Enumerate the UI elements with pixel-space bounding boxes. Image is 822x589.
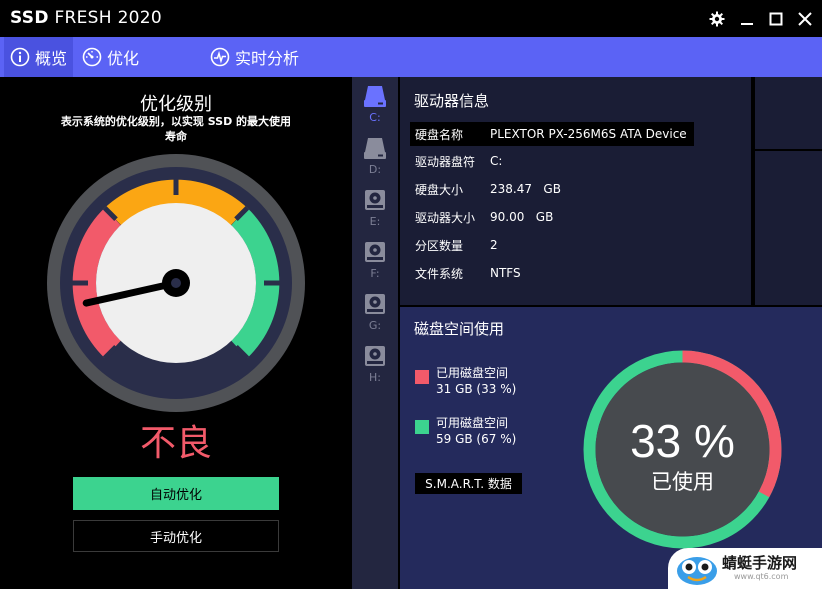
tab-optimize-label: 优化 — [107, 49, 140, 68]
drive-info-title: 驱动器信息 — [414, 92, 490, 110]
drive-letter: G: — [368, 319, 382, 332]
used-space-legend: 已用磁盘空间 31 GB (33 %) — [436, 365, 516, 397]
hard-disk-icon — [365, 346, 385, 366]
optimization-panel: 优化级别 表示系统的优化级别，以实现 SSD 的最大使用寿命 不良 自动优化 手… — [0, 77, 352, 589]
drive-letter: F: — [370, 267, 380, 280]
info-value: C: — [490, 154, 503, 168]
free-space-label: 可用磁盘空间 — [436, 416, 509, 430]
optimization-subtitle: 表示系统的优化级别，以实现 SSD 的最大使用寿命 — [60, 115, 292, 143]
free-space-legend: 可用磁盘空间 59 GB (67 %) — [436, 415, 516, 447]
title-bar: SSD FRESH 2020 — [0, 0, 822, 37]
tab-overview[interactable]: 概览 — [4, 37, 74, 77]
drive-letter: C: — [369, 111, 381, 124]
usage-caption: 已使用 — [651, 470, 714, 494]
watermark-url: www.qt6.com — [734, 572, 789, 581]
drive-item-c[interactable]: C: — [352, 83, 398, 131]
disk-usage-donut: 33 % 已使用 — [583, 350, 782, 549]
usage-percent: 33 % — [630, 415, 735, 467]
drive-list: C: D: E: F: G: H: — [352, 77, 398, 589]
manual-optimize-button[interactable]: 手动优化 — [73, 520, 279, 552]
watermark-text: 蜻蜓手游网 — [722, 554, 798, 572]
optimization-grade: 不良 — [139, 423, 212, 464]
tab-optimize[interactable]: 优化 — [76, 37, 145, 77]
info-row-drive-letter: 驱动器盘符 C: — [410, 149, 694, 173]
info-value: NTFS — [490, 266, 521, 280]
realtime-chart-icon — [210, 47, 230, 67]
drive-item-d[interactable]: D: — [352, 135, 398, 183]
drive-icon — [364, 138, 386, 159]
info-icon — [10, 47, 30, 67]
side-panel-bottom — [753, 151, 822, 305]
tab-realtime-analysis[interactable]: 实时分析 — [204, 37, 305, 77]
drive-letter: E: — [369, 215, 381, 228]
info-row-drive-size: 驱动器大小 90.00 GB — [410, 205, 694, 229]
info-key: 硬盘名称 — [415, 127, 464, 142]
info-key: 分区数量 — [415, 238, 464, 253]
info-row-partitions: 分区数量 2 — [410, 233, 694, 257]
tab-realtime-analysis-label: 实时分析 — [235, 49, 300, 68]
used-space-value: 31 GB (33 %) — [436, 382, 517, 396]
gauge-hub-center — [171, 278, 181, 288]
side-panel-top — [753, 77, 822, 149]
settings-gear-icon[interactable] — [706, 8, 728, 30]
optimization-gauge — [47, 154, 305, 412]
speedometer-icon — [82, 47, 102, 67]
info-value: 90.00 GB — [490, 210, 554, 224]
drive-letter: H: — [369, 371, 381, 384]
tab-overview-label: 概览 — [35, 49, 68, 68]
drive-info-panel: 驱动器信息 硬盘名称 PLEXTOR PX-256M6S ATA Device … — [398, 77, 751, 305]
hard-disk-icon — [365, 190, 385, 210]
used-space-label: 已用磁盘空间 — [436, 366, 509, 380]
drive-item-f[interactable]: F: — [352, 239, 398, 287]
info-key: 文件系统 — [415, 266, 464, 281]
free-space-value: 59 GB (67 %) — [436, 432, 517, 446]
drive-item-g[interactable]: G: — [352, 291, 398, 339]
minimize-button[interactable] — [736, 8, 758, 30]
drive-item-h[interactable]: H: — [352, 343, 398, 391]
info-value: PLEXTOR PX-256M6S ATA Device — [490, 127, 687, 141]
app-title: SSD FRESH 2020 — [10, 8, 163, 28]
site-watermark: 蜻蜓手游网 www.qt6.com — [668, 548, 822, 589]
info-key: 驱动器大小 — [415, 210, 476, 225]
ssd-drive-icon — [364, 86, 386, 107]
disk-usage-panel: 磁盘空间使用 已用磁盘空间 31 GB (33 %) 可用磁盘空间 59 GB … — [398, 307, 822, 589]
drive-letter: D: — [368, 163, 382, 176]
auto-optimize-button[interactable]: 自动优化 — [73, 477, 279, 510]
drive-item-e[interactable]: E: — [352, 187, 398, 235]
smart-data-button[interactable]: S.M.A.R.T. 数据 — [415, 473, 522, 494]
info-key: 硬盘大小 — [415, 182, 464, 197]
hard-disk-icon — [365, 242, 385, 262]
maximize-button[interactable] — [765, 8, 787, 30]
nav-bar: 概览 优化 实时分析 — [0, 37, 822, 77]
info-key: 驱动器盘符 — [415, 154, 476, 169]
disk-usage-title: 磁盘空间使用 — [414, 320, 505, 338]
hard-disk-icon — [365, 294, 385, 314]
optimization-title: 优化级别 — [140, 94, 212, 115]
info-value: 2 — [490, 238, 498, 252]
info-value: 238.47 GB — [490, 182, 561, 196]
info-row-disk-size: 硬盘大小 238.47 GB — [410, 177, 694, 201]
close-button[interactable] — [794, 8, 816, 30]
info-row-disk-name: 硬盘名称 PLEXTOR PX-256M6S ATA Device — [410, 122, 694, 146]
free-space-swatch — [415, 420, 429, 434]
used-space-swatch — [415, 370, 429, 384]
watermark-logo-icon — [677, 556, 717, 585]
info-row-file-system: 文件系统 NTFS — [410, 261, 694, 285]
